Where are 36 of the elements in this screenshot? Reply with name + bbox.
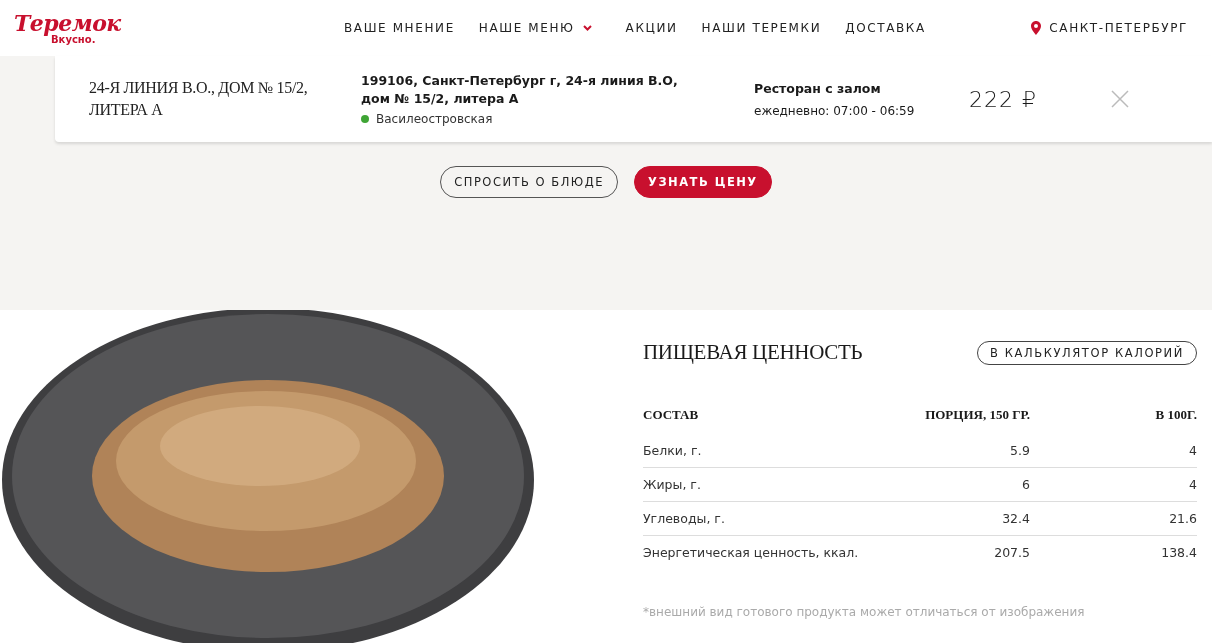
nav-link[interactable]: ДОСТАВКА [845,21,926,35]
price: 222 ₽ [969,86,1038,112]
column-header: ПОРЦИЯ, 150 ГР. [924,407,1030,424]
close-icon[interactable] [1111,90,1129,108]
calorie-calculator-button[interactable]: В КАЛЬКУЛЯТОР КАЛОРИЙ [976,340,1197,365]
nav-link[interactable]: НАШЕ МЕНЮ [478,21,592,35]
restaurant-address: 199106, Санкт-Петербург г, 24-я линия В.О, дом № 15/2, литера А [361,72,679,108]
table-cell: 138.4 [1030,535,1197,569]
table-cell: 6 [863,467,1030,502]
caret-icon [582,25,592,31]
table-cell: 32.4 [863,501,1030,536]
metro-station: Василеостровская [376,112,493,126]
table-cell: 21.6 [1030,501,1197,536]
opening-hours: ежедневно: 07:00 - 06:59 [754,103,916,118]
nav-link[interactable]: НАШИ ТЕРЕМКИ [701,21,822,35]
location-pin-icon [1031,21,1042,35]
table-cell: Белки, г. [643,434,863,468]
nav-link[interactable]: АКЦИИ [625,21,678,35]
table-cell: 4 [1030,434,1197,468]
table-cell: Углеводы, г. [643,501,863,536]
table-cell: 4 [1030,467,1197,502]
restaurant-type: Ресторан с залом [754,80,882,96]
disclaimer-note: *внешний вид готового продукта может отличаться от изображения [643,605,1086,619]
table-cell: Энергетическая ценность, ккал. [643,535,863,569]
logo-tagline: Вкусно. [51,33,96,45]
nav-link[interactable]: ВАШЕ МНЕНИЕ [344,21,455,35]
logo-wordmark[interactable]: Теремок [14,11,121,34]
city-selector[interactable]: САНКТ-ПЕТЕРБУРГ [1049,21,1188,35]
restaurant-title: 24-Я ЛИНИЯ В.О., ДОМ № 15/2, ЛИТЕРА А [88,78,309,120]
column-header: В 100Г. [1030,407,1197,434]
section-title: ПИЩЕВАЯ ЦЕННОСТЬ [643,340,863,365]
table-cell: 207.5 [863,535,1030,569]
price-button[interactable]: УЗНАТЬ ЦЕНУ [634,166,772,198]
column-header: СОСТАВ [643,407,700,424]
table-cell: 5.9 [863,434,1030,468]
table-cell: Жиры, г. [643,467,863,502]
